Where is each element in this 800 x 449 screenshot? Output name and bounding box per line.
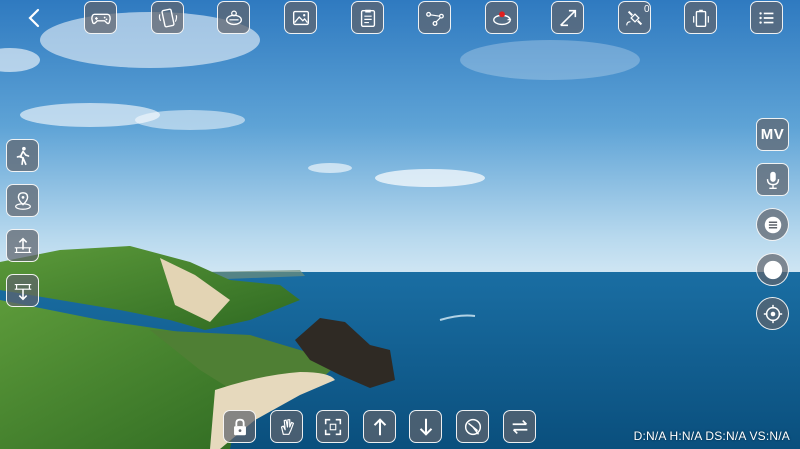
return-home-button[interactable] [6,184,39,217]
mv-label: MV [760,126,785,143]
orbit-button[interactable] [485,1,518,34]
battery-button[interactable] [684,1,717,34]
landing-icon [14,283,31,300]
swap-icon [512,419,527,434]
drone-gauge-button[interactable] [456,410,489,443]
lock-icon [233,418,246,435]
hand-gesture-icon [280,418,294,435]
waypoint-path-button[interactable] [418,1,451,34]
arrow-up-icon [373,417,386,435]
mv-button[interactable]: MV [756,118,789,151]
satellite-icon [625,10,642,25]
battery-icon [692,9,709,27]
menu-icon [758,11,773,24]
swap-button[interactable] [503,410,536,443]
list-circle-icon [764,216,781,233]
orbit-icon [492,10,511,25]
phone-tilt-icon [158,8,177,27]
chevron-left-icon [28,8,40,28]
ascend-button[interactable] [363,410,396,443]
landing-button[interactable] [6,274,39,307]
gesture-drone-icon [225,9,242,25]
calibrate-button[interactable] [551,1,584,34]
gallery-icon [292,10,309,25]
waypoint-path-icon [425,11,444,26]
list-button[interactable] [756,208,789,241]
phone-tilt-button[interactable] [151,1,184,34]
target-button[interactable] [756,297,789,330]
follow-me-button[interactable] [6,139,39,172]
gamepad-button[interactable] [84,1,117,34]
focus-frame-button[interactable] [316,410,349,443]
descend-button[interactable] [409,410,442,443]
microphone-icon [766,171,779,189]
takeoff-icon [14,237,31,253]
record-button[interactable] [756,253,789,286]
arrow-down-icon [419,418,432,436]
drone-gauge-icon [464,418,481,435]
gamepad-icon [90,13,111,24]
target-icon [763,304,782,323]
checklist-icon [360,9,375,27]
focus-frame-icon [324,418,341,435]
calibrate-icon [559,9,576,26]
satellite-count: 0 [644,4,650,15]
record-icon [763,260,782,279]
gesture-button[interactable] [270,410,303,443]
gallery-button[interactable] [284,1,317,34]
lock-button[interactable] [223,410,256,443]
voice-button[interactable] [756,163,789,196]
back-button[interactable] [24,6,44,30]
gesture-drone-button[interactable] [217,1,250,34]
takeoff-button[interactable] [6,229,39,262]
camera-view [0,0,800,449]
checklist-button[interactable] [351,1,384,34]
follow-me-icon [16,146,29,165]
return-home-icon [14,191,31,210]
telemetry-readout: D:N/A H:N/A DS:N/A VS:N/A [633,429,790,443]
menu-button[interactable] [750,1,783,34]
